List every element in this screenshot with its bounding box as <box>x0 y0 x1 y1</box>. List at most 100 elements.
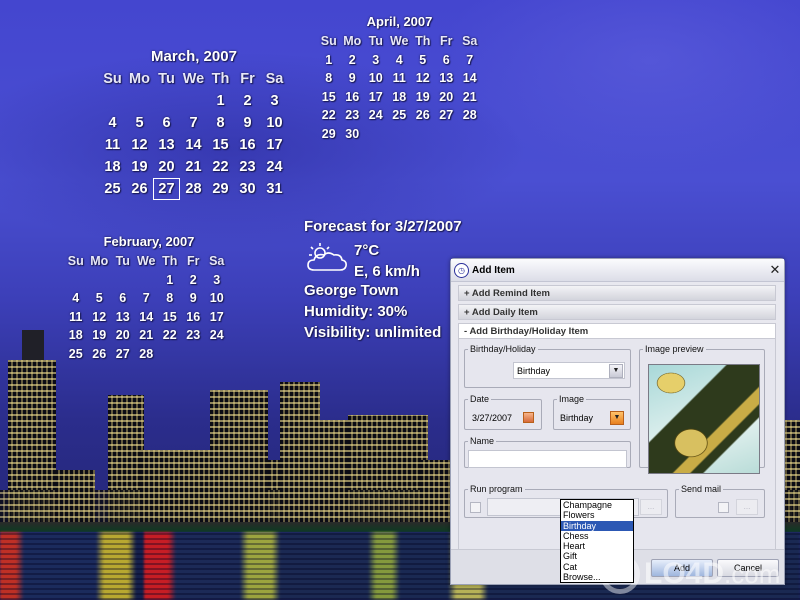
calendar-day[interactable]: 16 <box>341 88 365 107</box>
image-dropdown-list[interactable]: Champagne Flowers Birthday Chess Heart Gift Ca… <box>560 499 634 584</box>
calendar-day[interactable]: 3 <box>261 90 288 112</box>
calendar-day[interactable]: 30 <box>341 125 365 144</box>
calendar-day[interactable]: 6 <box>435 51 459 70</box>
calendar-day[interactable]: 28 <box>458 106 482 125</box>
calendar-day[interactable]: 15 <box>317 88 341 107</box>
date-picker[interactable]: 3/27/2007 <box>469 410 535 425</box>
calendar-day[interactable]: 19 <box>88 326 112 345</box>
run-program-browse-button[interactable]: ... <box>640 499 662 515</box>
calendar-day[interactable]: 24 <box>261 156 288 178</box>
calendar-day[interactable]: 24 <box>364 106 388 125</box>
calendar-day[interactable]: 25 <box>99 178 126 200</box>
calendar-day[interactable]: 28 <box>135 345 159 364</box>
calendar-day[interactable]: 5 <box>88 289 112 308</box>
calendar-day[interactable]: 18 <box>64 326 88 345</box>
calendar-day[interactable]: 18 <box>388 88 412 107</box>
calendar-day[interactable]: 4 <box>99 112 126 134</box>
image-select[interactable]: Birthday ▼ <box>557 410 625 425</box>
calendar-day[interactable]: 8 <box>158 289 182 308</box>
calendar-day[interactable]: 8 <box>317 69 341 88</box>
calendar-day[interactable]: 3 <box>364 51 388 70</box>
calendar-day[interactable]: 9 <box>182 289 206 308</box>
calendar-day[interactable]: 31 <box>261 178 288 200</box>
section-add-daily-item[interactable]: + Add Daily Item <box>458 304 776 320</box>
calendar-day[interactable]: 8 <box>207 112 234 134</box>
image-option[interactable]: Birthday <box>561 520 633 531</box>
calendar-day[interactable]: 4 <box>388 51 412 70</box>
image-option[interactable]: Browse... <box>561 572 633 582</box>
calendar-day[interactable]: 6 <box>153 112 180 134</box>
calendar-day[interactable]: 12 <box>126 134 153 156</box>
image-option[interactable]: Chess <box>561 531 633 541</box>
calendar-day[interactable]: 22 <box>207 156 234 178</box>
calendar-day[interactable]: 27 <box>435 106 459 125</box>
calendar-day[interactable]: 16 <box>234 134 261 156</box>
calendar-day[interactable]: 13 <box>153 134 180 156</box>
calendar-day[interactable]: 26 <box>411 106 435 125</box>
calendar-day[interactable]: 10 <box>364 69 388 88</box>
calendar-day[interactable]: 2 <box>341 51 365 70</box>
calendar-day[interactable]: 23 <box>182 326 206 345</box>
calendar-day[interactable]: 3 <box>205 271 229 290</box>
name-input[interactable] <box>468 450 627 468</box>
calendar-day[interactable]: 2 <box>182 271 206 290</box>
calendar-day[interactable]: 4 <box>64 289 88 308</box>
calendar-day[interactable]: 17 <box>261 134 288 156</box>
calendar-day[interactable]: 15 <box>207 134 234 156</box>
calendar-day[interactable]: 13 <box>435 69 459 88</box>
calendar-day[interactable]: 20 <box>111 326 135 345</box>
calendar-day[interactable]: 7 <box>135 289 159 308</box>
calendar-day[interactable]: 14 <box>458 69 482 88</box>
calendar-day[interactable]: 1 <box>317 51 341 70</box>
calendar-day[interactable]: 1 <box>158 271 182 290</box>
calendar-day[interactable]: 7 <box>458 51 482 70</box>
calendar-day[interactable]: 7 <box>180 112 207 134</box>
image-option[interactable]: Flowers <box>561 510 633 520</box>
calendar-day[interactable]: 19 <box>411 88 435 107</box>
calendar-day[interactable]: 29 <box>207 178 234 200</box>
image-option[interactable]: Champagne <box>561 500 633 510</box>
close-button[interactable]: ✕ <box>766 262 784 278</box>
calendar-day[interactable]: 10 <box>261 112 288 134</box>
calendar-day[interactable]: 9 <box>234 112 261 134</box>
section-add-remind-item[interactable]: + Add Remind Item <box>458 285 776 301</box>
calendar-day[interactable]: 21 <box>135 326 159 345</box>
send-mail-browse-button[interactable]: ... <box>736 499 758 515</box>
calendar-day[interactable]: 22 <box>158 326 182 345</box>
calendar-day[interactable]: 17 <box>364 88 388 107</box>
calendar-day[interactable]: 5 <box>126 112 153 134</box>
calendar-day[interactable]: 14 <box>180 134 207 156</box>
calendar-day[interactable]: 23 <box>341 106 365 125</box>
section-add-birthday-holiday-item[interactable]: - Add Birthday/Holiday Item <box>458 323 776 339</box>
dialog-titlebar[interactable]: ◷ Add Item ✕ <box>451 259 784 282</box>
calendar-day[interactable]: 24 <box>205 326 229 345</box>
calendar-day[interactable]: 27 <box>111 345 135 364</box>
calendar-day[interactable]: 25 <box>388 106 412 125</box>
calendar-day[interactable]: 19 <box>126 156 153 178</box>
calendar-day[interactable]: 18 <box>99 156 126 178</box>
calendar-day[interactable]: 26 <box>126 178 153 200</box>
calendar-day[interactable]: 1 <box>207 90 234 112</box>
calendar-day[interactable]: 6 <box>111 289 135 308</box>
calendar-day[interactable]: 14 <box>135 308 159 327</box>
calendar-day[interactable]: 2 <box>234 90 261 112</box>
chevron-down-icon[interactable]: ▼ <box>610 410 624 425</box>
run-program-checkbox[interactable] <box>470 502 481 513</box>
image-option[interactable]: Gift <box>561 551 633 561</box>
calendar-day[interactable]: 29 <box>317 125 341 144</box>
calendar-day[interactable]: 21 <box>458 88 482 107</box>
calendar-day[interactable]: 25 <box>64 345 88 364</box>
calendar-day[interactable]: 30 <box>234 178 261 200</box>
chevron-down-icon[interactable]: ▼ <box>609 363 623 378</box>
calendar-day[interactable]: 9 <box>341 69 365 88</box>
calendar-day[interactable]: 10 <box>205 289 229 308</box>
calendar-icon[interactable] <box>523 412 534 423</box>
calendar-day[interactable]: 12 <box>411 69 435 88</box>
calendar-day[interactable]: 11 <box>64 308 88 327</box>
calendar-day[interactable]: 17 <box>205 308 229 327</box>
calendar-day[interactable]: 20 <box>153 156 180 178</box>
calendar-day[interactable]: 28 <box>180 178 207 200</box>
calendar-day[interactable]: 12 <box>88 308 112 327</box>
calendar-day[interactable]: 26 <box>88 345 112 364</box>
calendar-day[interactable]: 15 <box>158 308 182 327</box>
